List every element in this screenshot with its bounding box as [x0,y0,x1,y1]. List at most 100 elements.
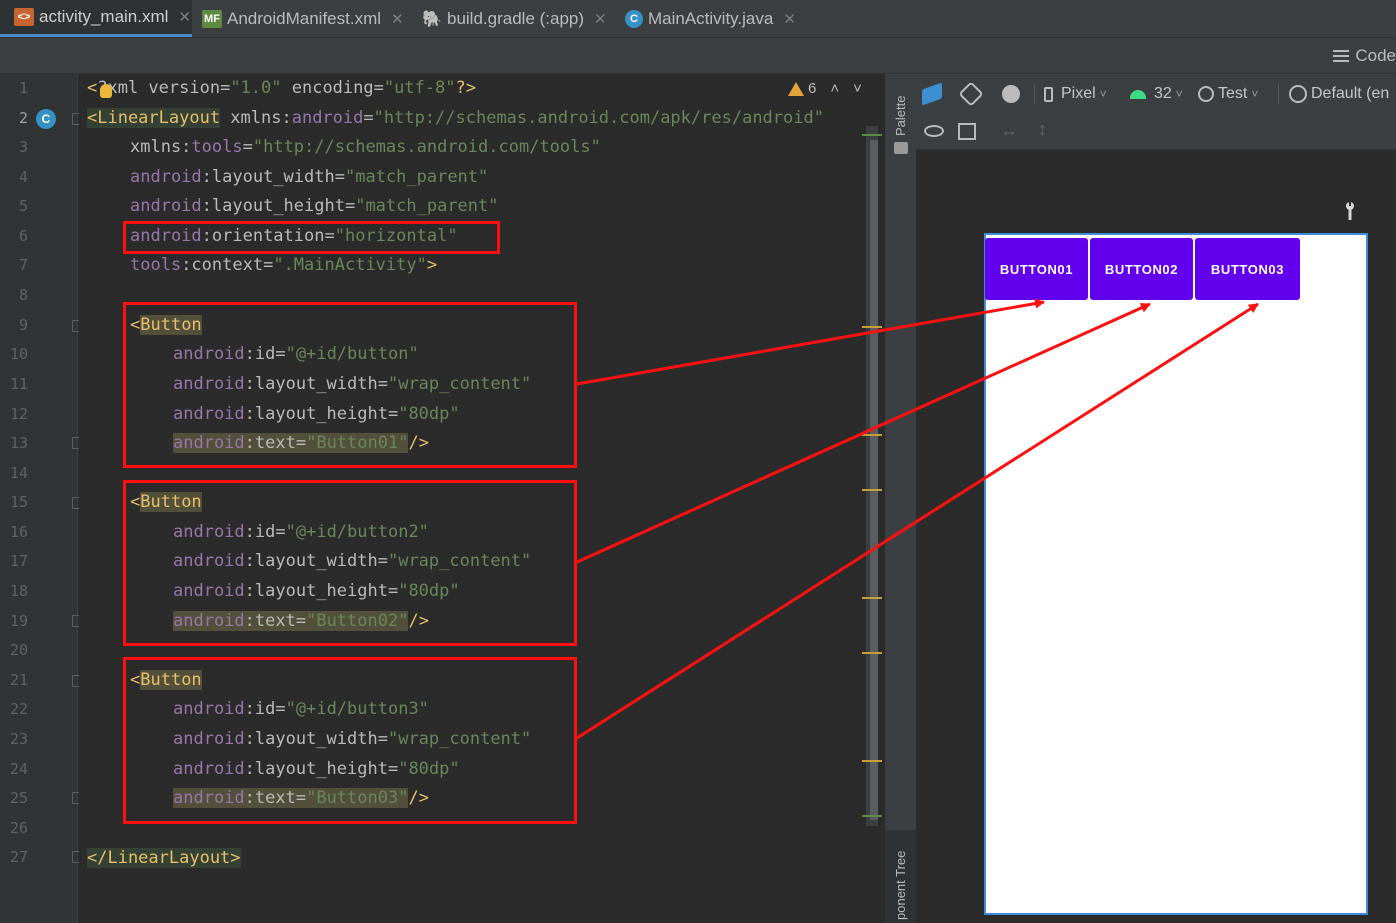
design-surface-button[interactable] [922,82,942,106]
chevron-down-icon: ˅ [1099,87,1107,101]
line-number: 22 [9,700,28,718]
design-toolbar: Pixel ˅ 32 ˅ Test ˅ Default (en [916,74,1396,114]
tab-label: AndroidManifest.xml [227,8,382,28]
warning-marker[interactable] [862,434,882,436]
token: tools [191,137,243,157]
warning-count: 6 [808,80,817,97]
toolbar-separator [1034,84,1035,104]
line-number: 21 [9,671,28,689]
api-level-label: 32 [1154,85,1172,102]
horizontal-resize-icon[interactable]: ↔ [1000,120,1018,141]
warning-marker[interactable] [862,652,882,654]
night-mode-icon [1002,85,1020,103]
tool-window-strip: Palette ponent Tree [884,74,917,923]
eye-icon[interactable] [924,125,944,137]
warning-marker[interactable] [862,326,882,328]
close-icon[interactable]: ✕ [391,10,404,28]
change-marker[interactable] [862,134,882,136]
line-number: 7 [18,256,28,274]
preview-button-2[interactable]: BUTTON02 [1090,238,1193,300]
warning-marker[interactable] [862,760,882,762]
theme-selector[interactable]: Test ˅ [1198,83,1258,105]
palette-tab[interactable]: Palette [893,96,908,136]
class-gutter-icon[interactable]: C [36,109,56,129]
chevron-down-icon[interactable]: ˅ [853,80,862,97]
warning-marker[interactable] [862,489,882,491]
token: "match_parent" [355,196,499,216]
code-line-27: </LinearLayout> [87,846,241,870]
code-view-button[interactable]: Code [1333,46,1396,66]
line-number: 25 [9,789,28,807]
line-number: 26 [9,819,28,837]
design-secondary-toolbar: ↔ ↕ [916,114,1396,150]
blueprint-icon[interactable] [958,123,976,140]
editor-scrollbar[interactable] [866,126,878,826]
warning-icon [788,81,804,96]
token: ?> [455,78,476,98]
token: android [291,108,364,128]
token: = [242,137,253,157]
inspection-widget[interactable]: 6 ˄ ˅ [788,80,862,97]
token: > [426,255,438,275]
tab-activity-main[interactable]: <> activity_main.xml ✕ [0,0,192,37]
line-number: 17 [9,552,28,570]
close-icon[interactable]: ✕ [594,10,607,28]
code-line-1: <?xml version="1.0" encoding="utf-8"?> [87,76,476,100]
wrench-icon[interactable] [1344,202,1356,220]
warning-marker[interactable] [862,597,882,599]
change-marker[interactable] [862,815,882,817]
api-level-selector[interactable]: 32 ˅ [1130,83,1183,105]
toolbar-separator [1278,84,1279,104]
globe-icon [1289,85,1307,103]
orientation-button[interactable] [958,81,984,107]
line-number: 24 [9,760,28,778]
line-number: 12 [9,405,28,423]
layers-icon [922,82,942,106]
token: "utf-8" [383,78,456,98]
token: = [363,108,374,128]
lightbulb-icon[interactable] [100,84,112,98]
locale-selector[interactable]: Default (en [1289,83,1389,105]
line-number: 18 [9,582,28,600]
component-tree-tab[interactable]: ponent Tree [885,830,917,923]
scroll-thumb[interactable] [870,140,878,820]
code-line-4: android:layout_width="match_parent" [130,165,488,189]
line-number: 8 [18,286,28,304]
line-number: 19 [9,612,28,630]
palette-icon [894,142,908,154]
component-tree-label: ponent Tree [893,850,908,920]
editor-tab-bar: <> activity_main.xml ✕ MF AndroidManifes… [0,0,1396,38]
theme-label: Test [1218,85,1248,102]
line-number: 23 [9,730,28,748]
preview-button-3[interactable]: BUTTON03 [1195,238,1300,300]
phone-icon [1044,86,1053,102]
token: "http://schemas.android.com/apk/res/andr… [373,108,824,128]
line-number: 2 [18,109,28,127]
device-selector[interactable]: Pixel ˅ [1044,83,1107,105]
token: </LinearLayout> [87,848,241,868]
tab-android-manifest[interactable]: MF AndroidManifest.xml ✕ [202,0,404,37]
token: tools [130,255,182,275]
tab-build-gradle[interactable]: 🐘 build.gradle (:app) ✕ [422,0,607,37]
tab-main-activity[interactable]: C MainActivity.java ✕ [625,0,796,37]
night-mode-button[interactable] [1002,83,1020,105]
device-label: Pixel [1061,85,1096,102]
manifest-icon: MF [202,9,222,28]
token: = [263,255,274,275]
annotation-box-button1 [123,302,577,468]
token: <LinearLayout [87,108,221,128]
code-line-2: <LinearLayout xmlns:android="http://sche… [87,106,824,130]
chevron-up-icon[interactable]: ˄ [830,80,839,97]
line-number: 1 [18,79,28,97]
line-number: 15 [9,493,28,511]
token: :context [181,255,264,275]
vertical-resize-icon[interactable]: ↕ [1038,119,1047,140]
close-icon[interactable]: ✕ [783,10,796,28]
line-number: 4 [18,168,28,186]
token: encoding= [281,78,384,98]
preview-button-1[interactable]: BUTTON01 [985,238,1088,300]
rotate-icon [958,81,984,107]
line-number: 27 [9,848,28,866]
close-icon[interactable]: ✕ [178,8,191,26]
token: xmlns: [130,137,192,157]
